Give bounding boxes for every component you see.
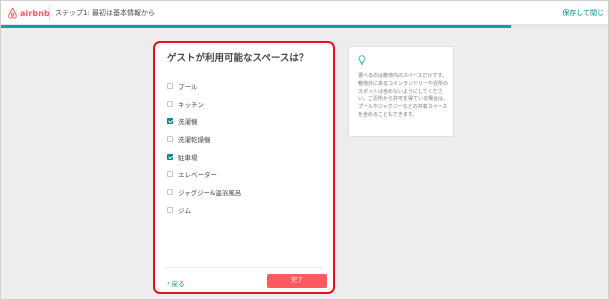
checkbox-label: ジャグジー&温浴風呂 [178, 188, 242, 197]
footer-divider [165, 267, 323, 268]
app-window: airbnb ステップ1: 最初は基本情報から 保存して閉じ ゲストが利用可能な… [0, 0, 609, 300]
checkbox-label: 洗濯乾燥機 [178, 135, 211, 144]
checkbox[interactable] [167, 118, 173, 125]
top-bar: airbnb ステップ1: 最初は基本情報から 保存して閉じ [1, 1, 608, 25]
checkbox-label: エレベーター [178, 171, 217, 180]
checkbox-label: キッチン [178, 100, 204, 109]
checkbox-option-elevator[interactable]: エレベーター [167, 165, 327, 183]
space-selection-card: ゲストが利用可能なスペースは？ プール キッチン 洗濯機 洗濯乾燥機 駐車場 エ… [153, 41, 335, 294]
amenity-checkbox-list: プール キッチン 洗濯機 洗濯乾燥機 駐車場 エレベーター ジャグジー&温浴風呂… [167, 77, 327, 219]
progress-bar [1, 25, 608, 28]
lightbulb-icon [358, 55, 366, 65]
checkbox[interactable] [167, 206, 173, 213]
checkbox-option-pool[interactable]: プール [167, 77, 327, 95]
checkbox[interactable] [167, 188, 173, 195]
step-title: ステップ1: 最初は基本情報から [55, 9, 156, 17]
done-button[interactable]: 完了 [267, 274, 327, 288]
save-and-exit-link[interactable]: 保存して閉じ [562, 8, 604, 18]
tip-text: 選べるのは敷地内のスペースだけです。敷地外にあるコインランドリーや近所のスポット… [358, 73, 449, 118]
airbnb-logo-icon [8, 7, 17, 19]
checkbox-label: ジム [178, 206, 191, 215]
checkbox-option-kitchen[interactable]: キッチン [167, 95, 327, 113]
airbnb-logo[interactable]: airbnb [7, 6, 50, 20]
checkbox[interactable] [167, 135, 173, 142]
checkbox-option-jacuzzi[interactable]: ジャグジー&温浴風呂 [167, 183, 327, 201]
checkbox-label: プール [178, 82, 198, 91]
header-divider [49, 5, 50, 21]
checkbox-option-dryer[interactable]: 洗濯乾燥機 [167, 130, 327, 148]
logo-text: airbnb [20, 8, 50, 18]
checkbox-label: 洗濯機 [178, 118, 198, 127]
checkbox-option-washer[interactable]: 洗濯機 [167, 112, 327, 130]
tip-card: 選べるのは敷地内のスペースだけです。敷地外にあるコインランドリーや近所のスポット… [348, 46, 454, 137]
checkbox[interactable] [167, 153, 173, 160]
checkbox[interactable] [167, 171, 173, 178]
back-label: 戻る [171, 280, 185, 288]
checkbox-label: 駐車場 [178, 153, 198, 162]
progress-bar-fill [1, 25, 511, 28]
chevron-left-icon: ‹ [167, 279, 170, 287]
back-link[interactable]: ‹ 戻る [167, 278, 185, 288]
checkbox[interactable] [167, 100, 173, 107]
checkbox-option-gym[interactable]: ジム [167, 201, 327, 219]
checkbox[interactable] [167, 82, 173, 89]
page-title: ゲストが利用可能なスペースは？ [167, 53, 309, 64]
checkbox-option-parking[interactable]: 駐車場 [167, 148, 327, 166]
